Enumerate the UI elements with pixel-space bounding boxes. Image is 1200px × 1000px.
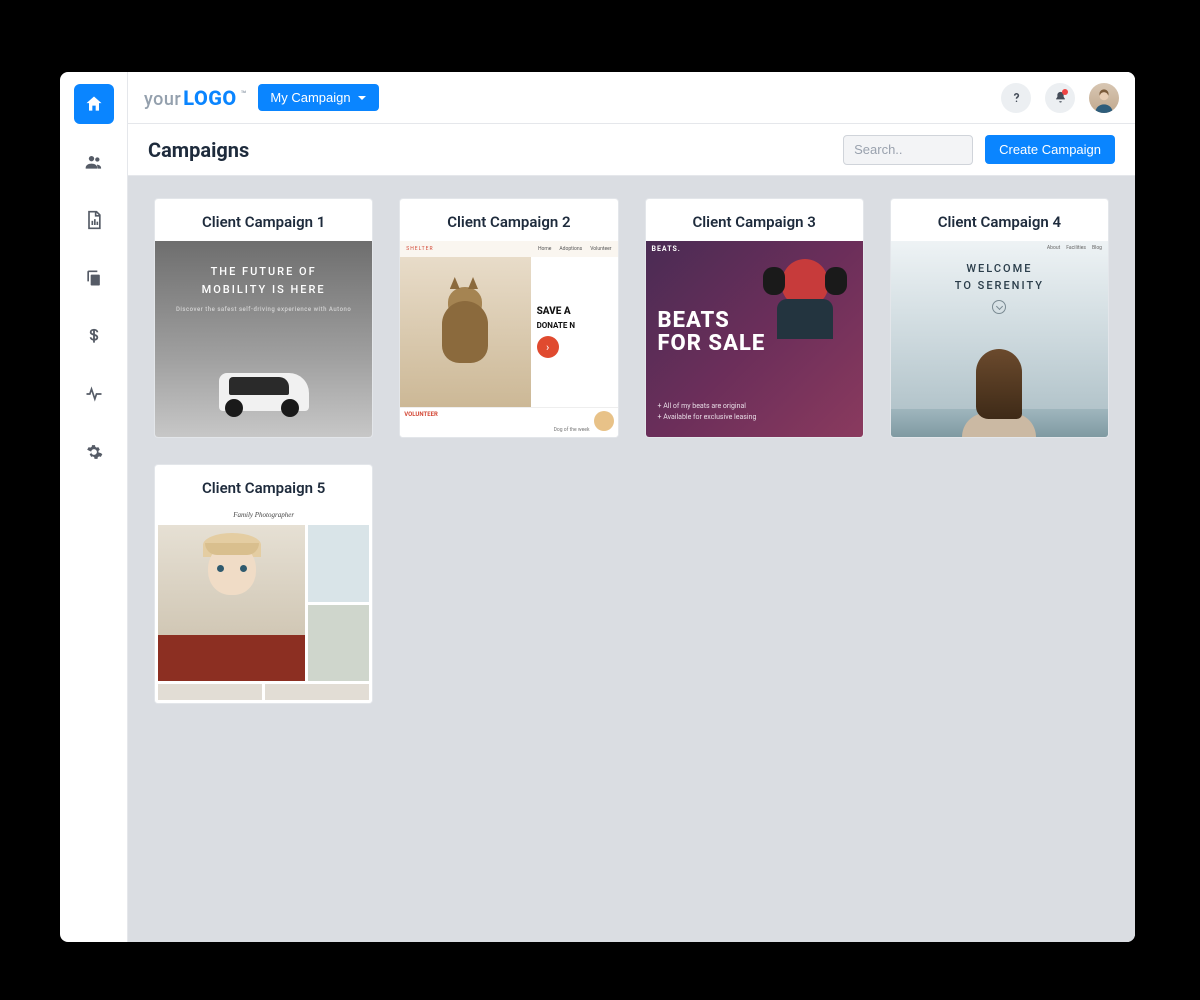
sidebar-item-activity[interactable] (74, 374, 114, 414)
page-title: Campaigns (148, 138, 831, 162)
brand-prefix: your (144, 89, 181, 110)
notifications-button[interactable] (1045, 83, 1075, 113)
users-icon (84, 152, 104, 172)
help-button[interactable] (1001, 83, 1031, 113)
content-area: Client Campaign 1 THE FUTURE OF MOBILITY… (128, 176, 1135, 942)
campaign-card[interactable]: Client Campaign 3 BEATS. BEATS FOR SALE … (645, 198, 864, 438)
home-icon (84, 94, 104, 114)
arrow-right-icon: › (537, 336, 559, 358)
campaign-card[interactable]: Client Campaign 2 SHELTER Home Adoptions… (399, 198, 618, 438)
topbar: yourLOGO ™ My Campaign (128, 72, 1135, 124)
create-campaign-button[interactable]: Create Campaign (985, 135, 1115, 164)
campaign-thumbnail: About Facilities Blog WELCOME TO SERENIT… (891, 241, 1108, 437)
chevron-down-icon (357, 93, 367, 103)
campaign-dropdown[interactable]: My Campaign (258, 84, 378, 111)
app-window: yourLOGO ™ My Campaign Campaigns Create C… (60, 72, 1135, 942)
sidebar (60, 72, 128, 942)
sidebar-item-reports[interactable] (74, 200, 114, 240)
campaign-thumbnail: SHELTER Home Adoptions Volunteer SAVE A … (400, 241, 617, 437)
search-input[interactable] (843, 135, 973, 165)
brand-tm: ™ (241, 90, 247, 100)
question-icon (1009, 90, 1024, 105)
campaign-thumbnail: Family Photographer (155, 507, 372, 703)
campaign-card-title: Client Campaign 5 (155, 465, 372, 507)
file-chart-icon (84, 210, 104, 230)
sidebar-item-home[interactable] (74, 84, 114, 124)
campaign-card[interactable]: Client Campaign 5 Family Photographer (154, 464, 373, 704)
campaign-grid: Client Campaign 1 THE FUTURE OF MOBILITY… (154, 198, 1109, 704)
campaign-card[interactable]: Client Campaign 1 THE FUTURE OF MOBILITY… (154, 198, 373, 438)
campaign-card-title: Client Campaign 4 (891, 199, 1108, 241)
gear-icon (84, 442, 104, 462)
sidebar-item-users[interactable] (74, 142, 114, 182)
campaign-thumbnail: THE FUTURE OF MOBILITY IS HERE Discover … (155, 241, 372, 437)
campaign-card[interactable]: Client Campaign 4 About Facilities Blog … (890, 198, 1109, 438)
brand-main: LOGO (183, 86, 236, 110)
chevron-down-icon (992, 300, 1006, 314)
campaign-card-title: Client Campaign 3 (646, 199, 863, 241)
sidebar-item-copy[interactable] (74, 258, 114, 298)
campaign-thumbnail: BEATS. BEATS FOR SALE All of my beats ar… (646, 241, 863, 437)
sidebar-item-billing[interactable] (74, 316, 114, 356)
brand-logo: yourLOGO ™ (144, 86, 244, 110)
sidebar-item-settings[interactable] (74, 432, 114, 472)
main-column: yourLOGO ™ My Campaign Campaigns Create C… (128, 72, 1135, 942)
page-header: Campaigns Create Campaign (128, 124, 1135, 176)
campaign-card-title: Client Campaign 1 (155, 199, 372, 241)
notification-dot (1062, 89, 1068, 95)
campaign-card-title: Client Campaign 2 (400, 199, 617, 241)
activity-icon (84, 384, 104, 404)
copy-icon (84, 268, 104, 288)
dollar-icon (84, 326, 104, 346)
campaign-dropdown-label: My Campaign (270, 90, 350, 105)
user-avatar[interactable] (1089, 83, 1119, 113)
avatar-person-icon (1091, 87, 1117, 113)
